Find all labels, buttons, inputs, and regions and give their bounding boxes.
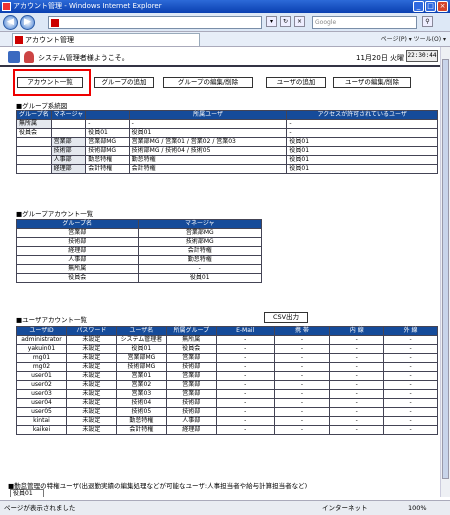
table-row: 経理部 会計特権 会計特権 役員01 (16, 164, 438, 174)
lock-icon[interactable]: ▾ (266, 16, 277, 27)
col-group-name: グループ名 (16, 219, 139, 229)
app-logo-icon (8, 51, 20, 63)
table-row: user03 未設定 営業03 営業部 - - - - (16, 389, 438, 399)
tab-bar: アカウント管理 ページ(P) ▾ ツール(O) ▾ (0, 32, 450, 47)
refresh-icon[interactable]: ↻ (280, 16, 291, 27)
tab-favicon-icon (15, 36, 23, 44)
table-row: kintai 未設定 勤怠特権 人事部 - - - - (16, 416, 438, 426)
col-manager-spacer (85, 110, 130, 120)
close-button[interactable]: × (437, 1, 448, 12)
nav-edit-user[interactable]: ユーザの編集/削除 (333, 77, 411, 88)
address-input[interactable] (48, 16, 262, 29)
maximize-button[interactable]: □ (425, 1, 436, 12)
table-row: 人事部 勤怠特権 勤怠特権 役員01 (16, 155, 438, 165)
table-row: user04 未設定 技術04 技術部 - - - - (16, 398, 438, 408)
command-bar[interactable]: ページ(P) ▾ ツール(O) ▾ (381, 34, 446, 45)
forward-icon[interactable]: ▶ (20, 15, 35, 30)
welcome-text: システム管理者様ようこそ。 (38, 54, 129, 62)
app-header: システム管理者様ようこそ。 11月20日 火曜 22:30:44 (0, 47, 440, 67)
user-icon (24, 51, 34, 63)
csv-export-button[interactable]: CSV出力 (264, 312, 308, 323)
vertical-scrollbar[interactable] (440, 47, 450, 497)
clock: 22:30:44 (406, 50, 438, 62)
nav-edit-group[interactable]: グループの編集/削除 (163, 77, 253, 88)
status-text: ページが表示されました (4, 504, 76, 512)
col-password: パスワード (65, 326, 117, 336)
privileged-users-title: ■勤怠管理の特権ユーザ(出退勤実績の編集処理などが可能なユーザ:人事担当者や給与… (8, 482, 308, 490)
table-row: kaikei 未設定 会計特権 経理部 - - - - (16, 425, 438, 435)
minimize-button[interactable]: _ (413, 1, 424, 12)
col-manager: マネージャ (50, 110, 87, 120)
security-zone: インターネット (322, 504, 368, 512)
group-tree-table: グループ名 マネージャ 所属ユーザ アクセスが許可されているユーザ 無所属 - … (16, 110, 438, 174)
table-row: 経理部 会計特権 (16, 246, 262, 256)
user-accounts-title: ■ユーザアカウント一覧 (16, 316, 88, 324)
group-accounts-title: ■グループアカウント一覧 (16, 210, 94, 218)
table-row: 無所属 - - - (16, 119, 438, 129)
back-icon[interactable]: ◀ (3, 15, 18, 30)
date-text: 11月20日 火曜 (356, 54, 405, 62)
search-input[interactable]: Google (312, 16, 417, 29)
window-title: アカウント管理 - Windows Internet Explorer (13, 2, 162, 10)
table-row: 技術部 技術部MG 技術部MG / 技術04 / 技術05 役員01 (16, 146, 438, 156)
table-row: administrator 未設定 システム管理者 無所属 - - - - (16, 335, 438, 345)
address-bar-row: ◀ ▶ ▾ ↻ × Google ⚲ (0, 13, 450, 32)
tab-title: アカウント管理 (25, 36, 74, 44)
nav-add-user[interactable]: ユーザの追加 (266, 77, 326, 88)
window-titlebar: アカウント管理 - Windows Internet Explorer _ □ … (0, 0, 450, 13)
table-row: mg02 未設定 技術部MG 技術部 - - - - (16, 362, 438, 372)
col-members: 所属ユーザ (128, 110, 288, 120)
nav-add-group[interactable]: グループの追加 (94, 77, 154, 88)
table-row: 営業部 営業部MG (16, 228, 262, 238)
table-row: mg01 未設定 営業部MG 営業部 - - - - (16, 353, 438, 363)
browser-tab[interactable]: アカウント管理 (12, 33, 200, 46)
scrollbar-thumb[interactable] (442, 59, 449, 479)
table-row: user02 未設定 営業02 営業部 - - - - (16, 380, 438, 390)
col-user-name: ユーザ名 (115, 326, 167, 336)
col-extension: 内 線 (329, 326, 385, 336)
search-icon[interactable]: ⚲ (422, 16, 433, 27)
col-group: 所属グループ (165, 326, 217, 336)
table-row: 人事部 勤怠特権 (16, 255, 262, 265)
zoom-level[interactable]: 100% (408, 501, 427, 515)
col-allowed-users: アクセスが許可されているユーザ (286, 110, 438, 120)
table-row: 役員会 役員01 役員01 - (16, 128, 438, 138)
group-accounts-table: グループ名 マネージャ 営業部 営業部MG 技術部 技術部MG 経理部 会計特権 人事… (16, 219, 262, 283)
col-group-name: グループ名 (16, 110, 52, 120)
page-content: システム管理者様ようこそ。 11月20日 火曜 22:30:44 アカウント一覧… (0, 47, 440, 497)
highlight-box (13, 69, 91, 96)
favicon-icon (51, 19, 59, 27)
app-icon (2, 2, 11, 11)
col-manager: マネージャ (137, 219, 262, 229)
col-external: 外 線 (383, 326, 438, 336)
table-row: 無所属 - (16, 264, 262, 274)
col-mobile: 携 帯 (273, 326, 331, 336)
user-accounts-table: ユーザID パスワード ユーザ名 所属グループ E-Mail 携 帯 内 線 外… (16, 326, 438, 435)
table-row: 営業部 営業部MG 営業部MG / 営業01 / 営業02 / 営業03 役員0… (16, 137, 438, 147)
group-tree-title: ■グループ系統図 (16, 102, 68, 110)
col-user-id: ユーザID (16, 326, 67, 336)
table-row: yakuin01 未設定 役員01 役員会 - - - - (16, 344, 438, 354)
stop-icon[interactable]: × (294, 16, 305, 27)
table-row: user01 未設定 営業01 営業部 - - - - (16, 371, 438, 381)
table-row: 技術部 技術部MG (16, 237, 262, 247)
table-row: 役員会 役員01 (16, 273, 262, 283)
col-email: E-Mail (215, 326, 275, 336)
privileged-users-field[interactable]: 役員01 (10, 489, 44, 497)
table-row: user05 未設定 技術05 技術部 - - - - (16, 407, 438, 417)
status-bar: ページが表示されました インターネット 100% (0, 500, 450, 515)
